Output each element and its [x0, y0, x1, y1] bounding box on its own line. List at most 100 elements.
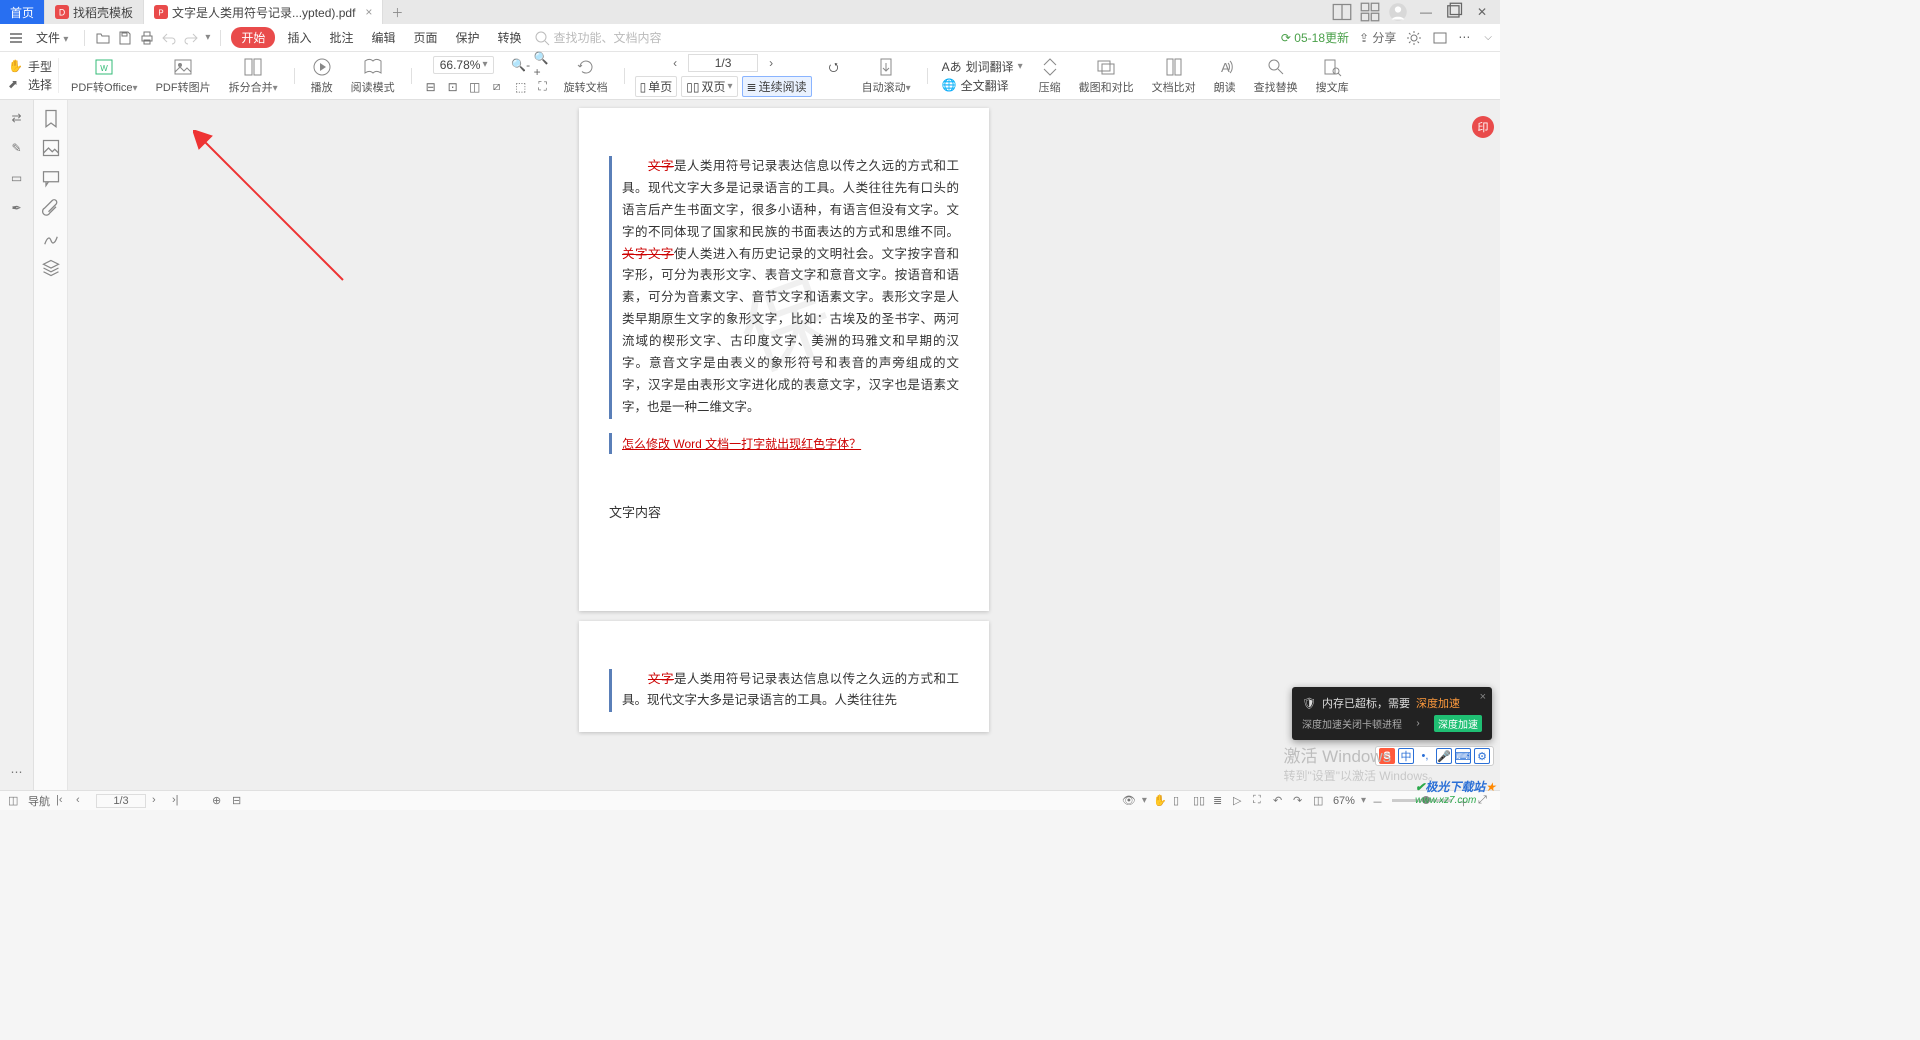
- grid-icon[interactable]: [1360, 2, 1380, 22]
- zoom-out-status-icon[interactable]: －: [1372, 794, 1386, 808]
- next-page-status-icon[interactable]: ›: [152, 794, 166, 808]
- undo-icon[interactable]: [161, 30, 177, 46]
- single-page[interactable]: ▯ 单页: [635, 76, 678, 97]
- hand-status-icon[interactable]: ✋: [1153, 794, 1167, 808]
- file-compare[interactable]: 文档比对: [1146, 57, 1202, 95]
- thumbnail-icon[interactable]: [41, 138, 61, 158]
- marquee-icon[interactable]: ⬚: [512, 78, 530, 96]
- document-viewport[interactable]: 印 保 文字是人类用符号记录表达信息以传之久远的方式和工具。现代文字大多是记录语…: [68, 100, 1500, 790]
- hyperlink-text[interactable]: 怎么修改 Word 文档一打字就出现红色字体？: [622, 437, 861, 451]
- word-translate[interactable]: Aあ划词翻译▾: [942, 58, 1023, 75]
- sign-icon[interactable]: ✒: [7, 198, 27, 218]
- select-tool[interactable]: ⬈选择: [8, 76, 52, 93]
- read-mode[interactable]: 阅读模式: [345, 57, 401, 95]
- double-view-icon[interactable]: ▯▯: [1193, 794, 1207, 808]
- read-aloud[interactable]: A朗读: [1208, 57, 1242, 95]
- menu-start[interactable]: 开始: [231, 27, 275, 48]
- tab-template[interactable]: D 找稻壳模板: [45, 0, 144, 24]
- prev-view[interactable]: ⭯: [818, 59, 850, 93]
- rotate-right-icon[interactable]: ↷: [1293, 794, 1307, 808]
- single-view-icon[interactable]: ▯: [1173, 794, 1187, 808]
- hand-tool[interactable]: ✋手型: [8, 58, 52, 75]
- layers-icon[interactable]: [41, 258, 61, 278]
- zoom-in-icon[interactable]: 🔍+: [534, 56, 552, 74]
- page-input[interactable]: 1/3: [688, 54, 758, 72]
- pdf-to-office[interactable]: WPDF转Office▾: [65, 57, 144, 95]
- double-page[interactable]: ▯▯ 双页▾: [681, 76, 737, 97]
- accelerate-button[interactable]: 深度加速: [1434, 715, 1482, 732]
- menu-page[interactable]: 页面: [407, 27, 443, 48]
- menu-icon[interactable]: [8, 30, 24, 46]
- continuous-read[interactable]: ≣ 连续阅读: [742, 76, 812, 97]
- save-icon[interactable]: [117, 30, 133, 46]
- fit-icon[interactable]: ⛶: [1253, 794, 1267, 808]
- last-page-icon[interactable]: ›|: [172, 794, 186, 808]
- comment-icon[interactable]: [41, 168, 61, 188]
- layout-icon[interactable]: [1332, 2, 1352, 22]
- ime-kbd-icon[interactable]: ⌨: [1455, 748, 1471, 764]
- first-page-icon[interactable]: |‹: [56, 794, 70, 808]
- search-box[interactable]: 查找功能、文档内容: [534, 29, 1275, 46]
- pdf-to-image[interactable]: PDF转图片: [150, 57, 217, 95]
- tab-home[interactable]: 首页: [0, 0, 45, 24]
- play-button[interactable]: 播放: [305, 57, 339, 95]
- more-icon[interactable]: ⋯: [1458, 30, 1474, 46]
- open-icon[interactable]: [95, 30, 111, 46]
- split-merge[interactable]: 拆分合并▾: [223, 57, 284, 95]
- nav-label[interactable]: 导航: [28, 793, 50, 809]
- fit-page-icon[interactable]: ⊡: [444, 78, 462, 96]
- skin-icon[interactable]: [1432, 30, 1448, 46]
- chevron-down-icon[interactable]: ⌵: [1484, 32, 1492, 43]
- edit-text-icon[interactable]: ✎: [7, 138, 27, 158]
- find-replace[interactable]: 查找替换: [1248, 57, 1304, 95]
- ime-set-icon[interactable]: ⚙: [1474, 748, 1490, 764]
- share-button[interactable]: ⇪ 分享: [1359, 29, 1396, 46]
- view1-icon[interactable]: ⊕: [212, 794, 226, 808]
- prev-page-status-icon[interactable]: ‹: [76, 794, 90, 808]
- attachment-icon[interactable]: [41, 198, 61, 218]
- close-icon[interactable]: ×: [365, 5, 372, 19]
- menu-convert[interactable]: 转换: [492, 27, 528, 48]
- menu-edit[interactable]: 编辑: [365, 27, 401, 48]
- maximize-icon[interactable]: [1444, 2, 1464, 22]
- cloud-update[interactable]: ⟳ 05-18更新: [1281, 29, 1349, 46]
- print-icon[interactable]: [139, 30, 155, 46]
- eye-icon[interactable]: 👁: [1122, 794, 1136, 808]
- signature-icon[interactable]: [41, 228, 61, 248]
- minimize-icon[interactable]: —: [1416, 2, 1436, 22]
- snapshot-icon[interactable]: ⛶: [534, 78, 552, 96]
- menu-protect[interactable]: 保护: [450, 27, 486, 48]
- auto-scroll[interactable]: 自动滚动▾: [856, 57, 917, 95]
- play-status-icon[interactable]: ▷: [1233, 794, 1247, 808]
- tab-document[interactable]: P 文字是人类用符号记录...ypted).pdf ×: [144, 0, 383, 24]
- page-fit-icon[interactable]: ◫: [1313, 794, 1327, 808]
- page-organize-icon[interactable]: ▭: [7, 168, 27, 188]
- menu-annotate[interactable]: 批注: [323, 27, 359, 48]
- next-page-icon[interactable]: ›: [762, 54, 780, 72]
- search-library[interactable]: 搜文库: [1310, 57, 1355, 95]
- zoom-combo[interactable]: 66.78%▾: [433, 56, 495, 74]
- close-window-icon[interactable]: ✕: [1472, 2, 1492, 22]
- view2-icon[interactable]: ⊟: [232, 794, 246, 808]
- panel-toggle-icon[interactable]: ◫: [8, 794, 22, 808]
- fit-width-icon[interactable]: ⊟: [422, 78, 440, 96]
- bookmark-icon[interactable]: [41, 108, 61, 128]
- zoom-value[interactable]: 67%: [1333, 795, 1355, 807]
- convert-icon[interactable]: ⇄: [7, 108, 27, 128]
- more-tools-icon[interactable]: ⋯: [7, 762, 27, 782]
- toast-close-icon[interactable]: ×: [1480, 691, 1486, 703]
- new-tab-button[interactable]: ＋: [383, 0, 411, 24]
- menu-insert[interactable]: 插入: [281, 27, 317, 48]
- rotate-doc[interactable]: 旋转文档: [558, 57, 614, 95]
- prev-page-icon[interactable]: ‹: [666, 54, 684, 72]
- redo-icon[interactable]: [183, 30, 199, 46]
- zoom-out-icon[interactable]: 🔍-: [512, 56, 530, 74]
- stamp-badge[interactable]: 印: [1472, 116, 1494, 138]
- user-icon[interactable]: [1388, 2, 1408, 22]
- zoom-area-icon[interactable]: ⧄: [488, 78, 506, 96]
- actual-size-icon[interactable]: ◫: [466, 78, 484, 96]
- page-status-input[interactable]: 1/3: [96, 794, 146, 808]
- full-translate[interactable]: 🌐全文翻译: [942, 77, 1023, 94]
- compress[interactable]: 压缩: [1033, 57, 1067, 95]
- cont-view-icon[interactable]: ≣: [1213, 794, 1227, 808]
